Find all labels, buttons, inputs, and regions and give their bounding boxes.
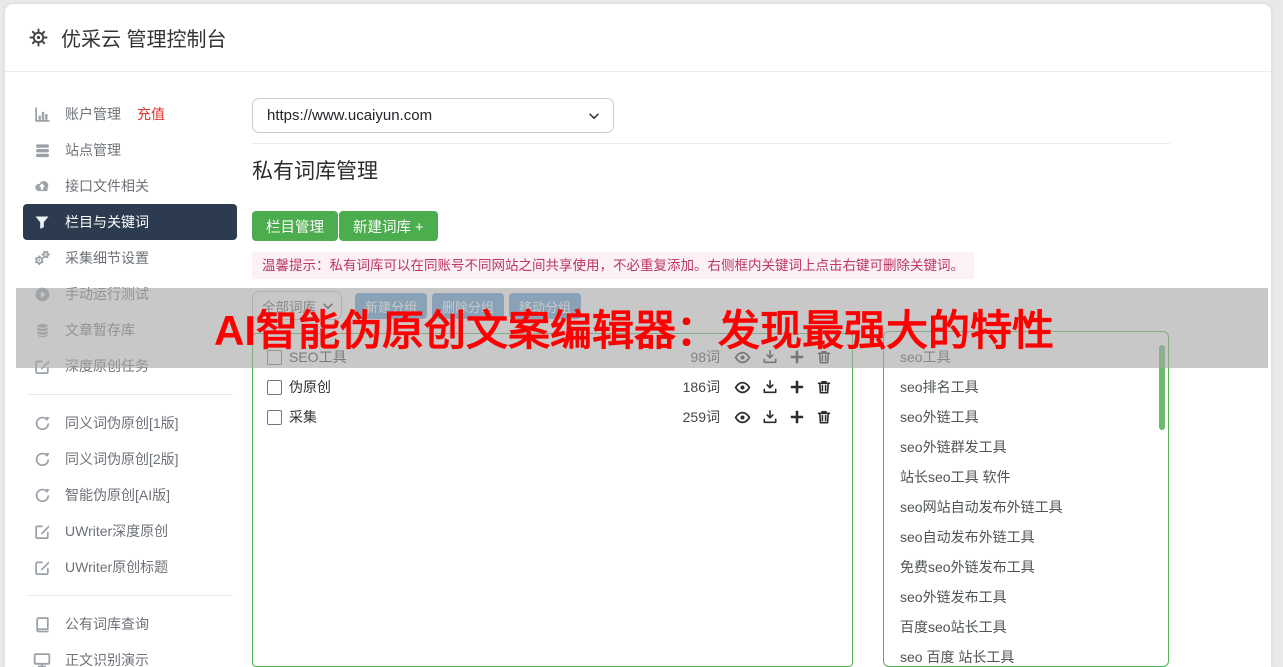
sidebar-item-label: 采集细节设置 xyxy=(65,250,149,266)
gears-icon xyxy=(33,249,51,267)
sidebar-item[interactable]: 账户管理 充值 xyxy=(23,96,237,132)
sidebar-item-label: 同义词伪原创[2版] xyxy=(65,451,179,467)
chevron-down-icon xyxy=(587,109,601,123)
book-icon xyxy=(33,616,51,633)
keyword-item[interactable]: 百度seo站长工具 xyxy=(900,612,1168,642)
sidebar-item[interactable]: UWriter深度原创 xyxy=(23,513,237,549)
sidebar-item-label: 栏目与关键词 xyxy=(65,214,149,230)
sidebar-item[interactable]: 采集细节设置 xyxy=(23,240,237,276)
keyword-item[interactable]: seo自动发布外链工具 xyxy=(900,522,1168,552)
site-url-select[interactable]: https://www.ucaiyun.com xyxy=(252,98,614,133)
refresh-icon xyxy=(33,415,51,432)
sidebar-item[interactable]: 同义词伪原创[1版] xyxy=(23,405,237,441)
keyword-item[interactable]: 站长seo工具 软件 xyxy=(900,462,1168,492)
cloud-upload-icon xyxy=(33,177,51,195)
server-icon xyxy=(33,142,51,159)
new-lexicon-button[interactable]: 新建词库 + xyxy=(339,211,438,241)
lexicon-row: 采集 259词 xyxy=(253,402,852,432)
sidebar-item-label: UWriter原创标题 xyxy=(65,559,169,575)
sidebar-item[interactable]: 智能伪原创[AI版] xyxy=(23,477,237,513)
sidebar-item-label: 站点管理 xyxy=(65,142,121,158)
add-icon[interactable] xyxy=(789,379,805,395)
sidebar-item-label: 智能伪原创[AI版] xyxy=(65,487,171,503)
lexicon-name: 采集 xyxy=(289,409,317,425)
section-divider xyxy=(252,143,1170,144)
tip-message: 温馨提示：私有词库可以在同账号不同网站之间共享使用，不必重复添加。右侧框内关键词… xyxy=(252,252,974,279)
view-icon[interactable] xyxy=(734,409,751,426)
sidebar-item-label: UWriter深度原创 xyxy=(65,523,169,539)
sidebar-item[interactable]: UWriter原创标题 xyxy=(23,549,237,585)
lexicon-actions xyxy=(734,409,832,426)
lexicon-row: 伪原创 186词 xyxy=(253,372,852,402)
lexicon-list-panel: SEO工具98词伪原创186词采集259词 xyxy=(252,333,853,667)
sidebar-item-label: 接口文件相关 xyxy=(65,178,149,194)
sidebar-item[interactable]: 站点管理 xyxy=(23,132,237,168)
sidebar-item[interactable]: 同义词伪原创[2版] xyxy=(23,441,237,477)
sidebar-divider xyxy=(27,394,233,395)
sidebar-item[interactable]: 栏目与关键词 xyxy=(23,204,237,240)
sidebar-item[interactable]: 正文识别演示 xyxy=(23,642,237,667)
view-icon[interactable] xyxy=(734,379,751,396)
lexicon-name: 伪原创 xyxy=(289,379,331,395)
sidebar-item[interactable]: 公有词库查询 xyxy=(23,606,237,642)
keyword-item[interactable]: 免费seo外链发布工具 xyxy=(900,552,1168,582)
edit-icon xyxy=(33,559,51,576)
delete-icon[interactable] xyxy=(816,379,832,395)
monitor-icon xyxy=(33,651,51,667)
sidebar-item-label: 公有词库查询 xyxy=(65,616,149,632)
lexicon-checkbox[interactable] xyxy=(267,409,282,425)
keyword-item[interactable]: seo外链发布工具 xyxy=(900,582,1168,612)
page-title: 私有词库管理 xyxy=(252,160,378,183)
refresh-icon xyxy=(33,451,51,468)
sidebar-item[interactable]: 接口文件相关 xyxy=(23,168,237,204)
keyword-item[interactable]: seo外链群发工具 xyxy=(900,432,1168,462)
sidebar-item-label: 正文识别演示 xyxy=(65,652,149,667)
keyword-item[interactable]: seo外链工具 xyxy=(900,402,1168,432)
keyword-list: seo工具seo排名工具seo外链工具seo外链群发工具站长seo工具 软件se… xyxy=(884,332,1168,667)
promo-banner-overlay: AI智能伪原创文案编辑器：发现最强大的特性 xyxy=(16,288,1268,368)
lexicon-actions xyxy=(734,379,832,396)
lexicon-word-count: 186词 xyxy=(682,379,720,395)
edit-icon xyxy=(33,523,51,540)
bar-chart-icon xyxy=(33,106,51,123)
delete-icon[interactable] xyxy=(816,409,832,425)
lexicon-checkbox[interactable] xyxy=(267,379,282,395)
keyword-panel: seo工具seo排名工具seo外链工具seo外链群发工具站长seo工具 软件se… xyxy=(883,331,1169,667)
download-icon[interactable] xyxy=(762,409,778,425)
page-background: 优采云 管理控制台 账户管理充值站点管理接口文件相关栏目与关键词采集细节设置手动… xyxy=(0,0,1283,667)
site-url-value: https://www.ucaiyun.com xyxy=(267,107,433,124)
sidebar-divider xyxy=(27,595,233,596)
gear-icon xyxy=(29,28,48,47)
app-title: 优采云 管理控制台 xyxy=(61,29,227,51)
sidebar-item-label: 账户管理 xyxy=(65,106,121,122)
download-icon[interactable] xyxy=(762,379,778,395)
promo-banner-text: AI智能伪原创文案编辑器：发现最强大的特性 xyxy=(214,307,1055,354)
add-icon[interactable] xyxy=(789,409,805,425)
column-manage-button[interactable]: 栏目管理 xyxy=(252,211,338,241)
app-header: 优采云 管理控制台 xyxy=(5,4,1271,72)
keyword-item[interactable]: seo网站自动发布外链工具 xyxy=(900,492,1168,522)
keyword-item[interactable]: seo 百度 站长工具 xyxy=(900,642,1168,667)
keyword-item[interactable]: seo排名工具 xyxy=(900,372,1168,402)
lexicon-word-count: 259词 xyxy=(682,409,720,425)
filter-icon xyxy=(33,214,51,230)
recharge-badge[interactable]: 充值 xyxy=(137,104,165,124)
refresh-icon xyxy=(33,487,51,504)
sidebar-item-label: 同义词伪原创[1版] xyxy=(65,415,179,431)
sidebar-nav: 账户管理充值站点管理接口文件相关栏目与关键词采集细节设置手动运行测试文章暂存库深… xyxy=(23,96,237,667)
